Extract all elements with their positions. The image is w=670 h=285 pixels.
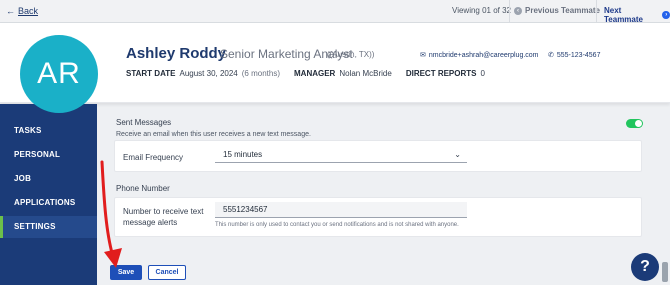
sidebar-item-personal[interactable]: PERSONAL — [0, 144, 97, 166]
scrollbar-thumb[interactable] — [662, 262, 668, 282]
sidebar-item-tasks[interactable]: TASKS — [0, 120, 97, 142]
phone-link[interactable]: ✆ 555-123-4567 — [548, 51, 601, 60]
phone-help-text: This number is only used to contact you … — [215, 222, 459, 228]
sidebar-item-settings[interactable]: SETTINGS — [0, 216, 97, 238]
chevron-down-icon: ⌄ — [454, 150, 461, 159]
chevron-right-icon: › — [662, 11, 670, 19]
sent-messages-title: Sent Messages — [116, 118, 172, 127]
divider — [509, 0, 510, 23]
tenure-value: (6 months) — [241, 69, 280, 78]
profile-meta: START DATE August 30, 2024 (6 months) MA… — [126, 69, 485, 78]
next-teammate-button[interactable]: Next Teammate › — [604, 6, 670, 24]
phone-text: 555-123-4567 — [556, 51, 601, 59]
previous-teammate-button[interactable]: ‹ Previous Teammate — [514, 6, 600, 15]
sent-messages-toggle[interactable] — [626, 119, 643, 128]
viewing-counter: Viewing 01 of 32 — [452, 6, 512, 15]
back-link[interactable]: ← Back — [6, 6, 38, 16]
settings-panel: Sent Messages Receive an email when this… — [108, 112, 653, 252]
envelope-icon: ✉ — [420, 52, 426, 59]
annotation-arrow — [100, 160, 122, 268]
start-date-label: START DATE — [126, 69, 176, 78]
divider — [596, 0, 597, 23]
profile-header: Ashley Roddy Senior Marketing Analyst ((… — [0, 23, 670, 103]
start-date-value: August 30, 2024 — [179, 69, 238, 78]
direct-reports-label: DIRECT REPORTS — [405, 69, 477, 78]
sent-messages-description: Receive an email when this user receives… — [116, 131, 311, 138]
chevron-left-icon: ‹ — [514, 6, 522, 15]
phone-number-card: Number to receive text message alerts 55… — [114, 197, 642, 237]
back-label: Back — [18, 6, 39, 16]
next-teammate-label: Next Teammate — [604, 6, 643, 24]
profile-name: Ashley Roddy — [126, 45, 227, 62]
email-frequency-select[interactable]: 15 minutes ⌄ — [215, 147, 467, 163]
profile-location: ((Austin, TX)) — [327, 50, 375, 59]
manager-label: MANAGER — [294, 69, 336, 78]
phone-icon: ✆ — [548, 52, 554, 59]
email-frequency-value: 15 minutes — [223, 150, 263, 159]
phone-field-label-line1: Number to receive text — [123, 207, 204, 216]
manager-value: Nolan McBride — [339, 69, 392, 78]
help-button[interactable]: ? — [631, 253, 659, 281]
sidebar: TASKS PERSONAL JOB APPLICATIONS SETTINGS — [0, 104, 97, 285]
direct-reports-value: 0 — [480, 69, 485, 78]
avatar: AR — [20, 35, 98, 113]
email-text: nmcbride+ashrah@careerplug.com — [428, 51, 539, 59]
email-frequency-label: Email Frequency — [123, 153, 184, 162]
sidebar-item-applications[interactable]: APPLICATIONS — [0, 192, 97, 214]
cancel-button[interactable]: Cancel — [148, 265, 186, 280]
phone-field-label-line2: message alerts — [123, 218, 178, 227]
email-link[interactable]: ✉ nmcbride+ashrah@careerplug.com — [420, 51, 539, 60]
phone-number-input[interactable]: 5551234567 — [215, 202, 467, 218]
arrow-left-icon: ← — [6, 6, 15, 16]
email-frequency-card: Email Frequency 15 minutes ⌄ — [114, 140, 642, 172]
sidebar-item-job[interactable]: JOB — [0, 168, 97, 190]
previous-teammate-label: Previous Teammate — [525, 6, 600, 15]
top-bar: ← Back Viewing 01 of 32 ‹ Previous Teamm… — [0, 0, 670, 24]
